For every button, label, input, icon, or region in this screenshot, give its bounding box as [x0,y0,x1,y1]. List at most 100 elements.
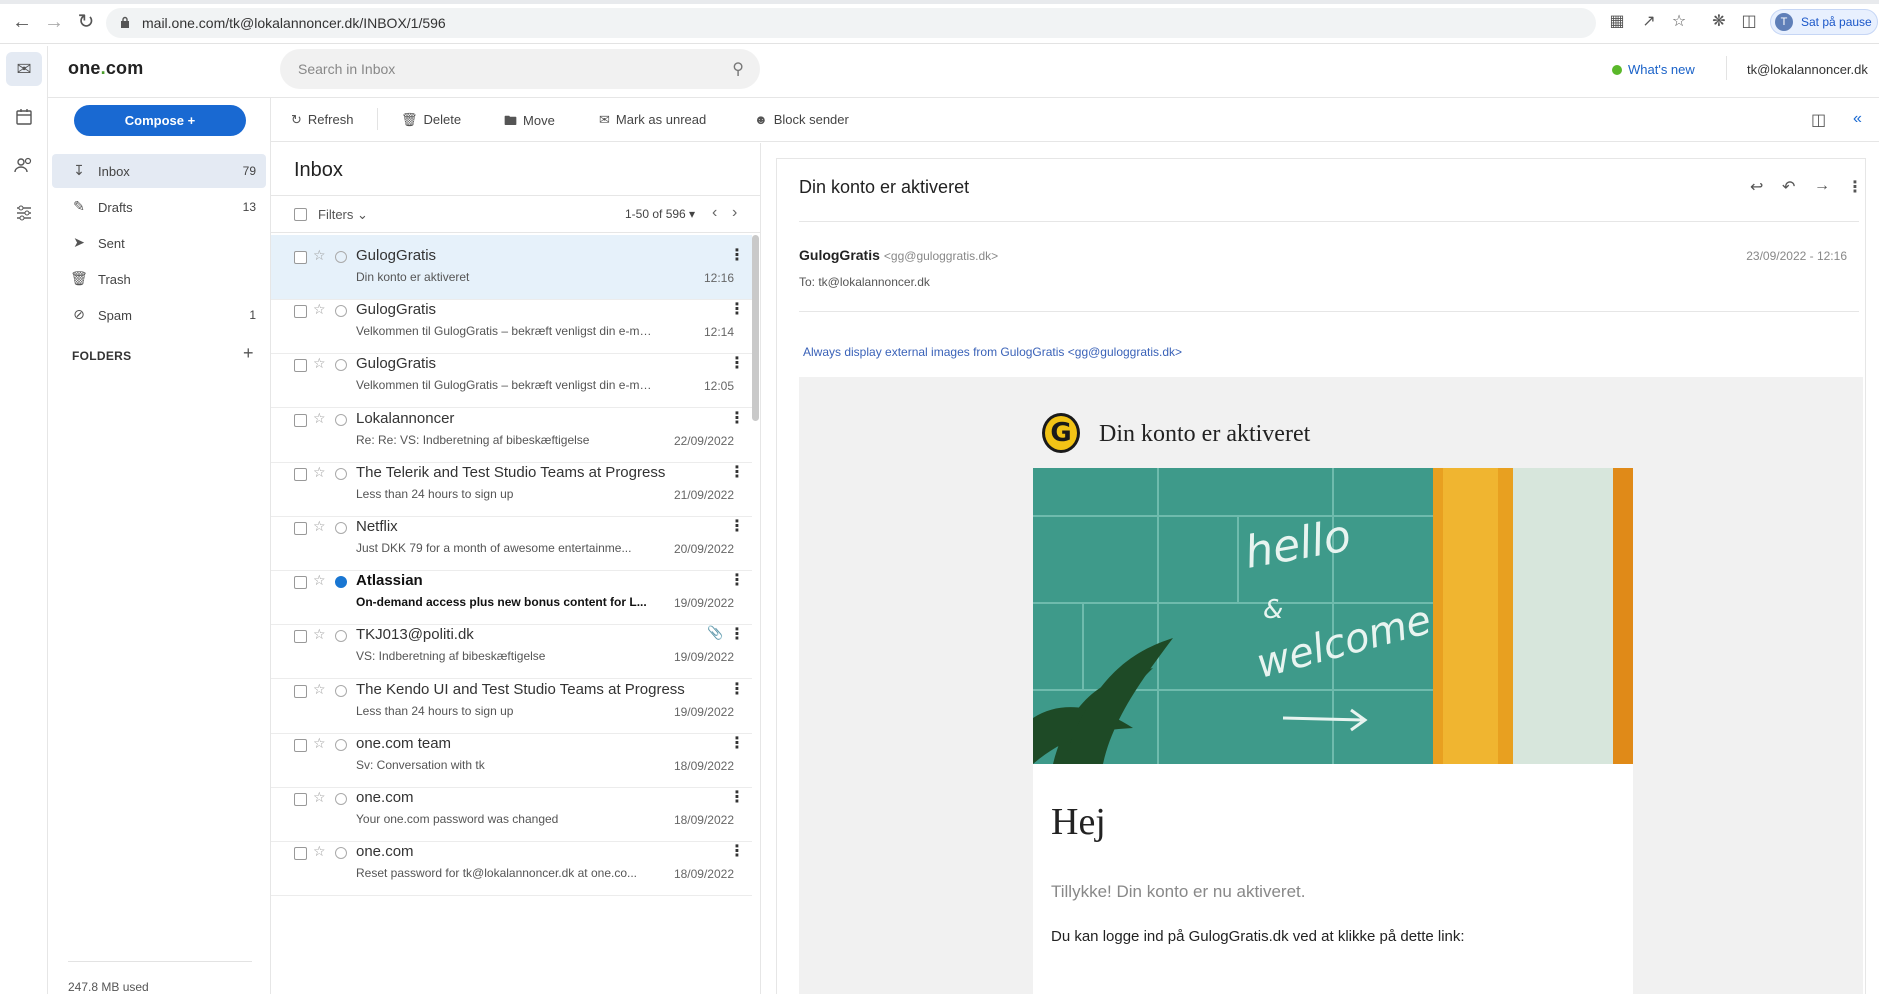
refresh-button[interactable]: ↻ Refresh [291,112,353,128]
row-checkbox[interactable] [294,522,307,535]
sidebar-item-inbox[interactable]: ↧ Inbox 79 [52,154,266,188]
sidebar-item-trash[interactable]: 🗑 Trash [52,262,266,296]
calendar-icon[interactable] [6,100,42,134]
collapse-icon[interactable]: « [1853,110,1862,128]
sidebar-item-label: Spam [98,308,132,323]
settings-sliders-icon[interactable] [6,196,42,230]
star-icon[interactable]: ☆ [313,355,326,372]
row-checkbox[interactable] [294,684,307,698]
star-icon[interactable]: ☆ [313,572,326,589]
reply-icon[interactable]: ↩ [1750,177,1763,197]
star-icon[interactable]: ☆ [313,410,326,427]
row-menu-icon[interactable]: ⋮ [729,299,745,319]
mark-unread-button[interactable]: ✉ Mark as unread [599,112,706,128]
row-menu-icon[interactable]: ⋮ [729,733,745,753]
move-button[interactable]: 🖿 Move [504,112,555,134]
next-page-icon[interactable]: › [732,204,737,222]
star-icon[interactable]: ☆ [313,626,326,643]
list-item[interactable]: ☆ one.com Reset password for tk@lokalannon… [271,831,752,897]
sidebar-item-spam[interactable]: ⊘ Spam 1 [52,298,266,332]
row-menu-icon[interactable]: ⋮ [729,353,745,373]
forward-icon[interactable]: → [1814,177,1830,195]
row-date: 18/09/2022 [673,813,734,827]
extensions-icon[interactable]: ❋ [1710,13,1728,31]
row-menu-icon[interactable]: ⋮ [729,245,745,265]
more-options-icon[interactable]: ⋮ [1847,177,1863,197]
unread-indicator-icon[interactable] [335,847,347,860]
layout-toggle-icon[interactable]: ◫ [1811,110,1826,130]
reply-all-icon[interactable]: ↶ [1782,177,1795,197]
sidebar-item-drafts[interactable]: ✎ Drafts 13 [52,190,266,224]
row-menu-icon[interactable]: ⋮ [729,570,745,590]
row-checkbox[interactable] [294,305,307,319]
star-icon[interactable]: ☆ [313,789,326,806]
search-icon[interactable]: ⚲ [732,59,744,79]
back-icon[interactable]: ← [10,12,34,32]
mail-icon[interactable]: ✉ [6,52,42,86]
row-checkbox[interactable] [294,630,307,644]
unread-indicator-icon[interactable] [335,522,347,534]
row-checkbox[interactable] [294,467,307,481]
address-bar[interactable]: mail.one.com/tk@lokalannoncer.dk/INBOX/1… [106,8,1596,38]
row-checkbox[interactable] [294,251,307,264]
star-icon[interactable]: ☆ [313,464,326,481]
row-menu-icon[interactable]: ⋮ [729,679,745,699]
profile-button[interactable]: T Sat på pause [1770,9,1878,35]
browser-tab-strip [0,0,1879,4]
list-scrollbar[interactable] [752,235,759,421]
filters-dropdown[interactable]: Filters ⌄ [318,207,368,223]
unread-indicator-icon[interactable] [335,467,347,480]
star-icon[interactable]: ☆ [313,681,326,698]
unread-indicator-icon[interactable] [335,793,347,805]
row-checkbox[interactable] [294,359,307,373]
contacts-icon[interactable] [6,148,42,182]
row-subject: Sv: Conversation with tk [356,757,485,772]
pagination-range[interactable]: 1-50 of 596 ▾ [625,207,695,221]
select-all-checkbox[interactable] [294,208,307,221]
star-icon[interactable]: ☆ [313,301,326,318]
row-checkbox[interactable] [294,847,307,861]
unread-indicator-icon[interactable] [335,359,347,372]
row-menu-icon[interactable]: ⋮ [729,516,745,536]
sender-name[interactable]: GulogGratis <gg@guloggratis.dk> [799,247,998,263]
forward-icon[interactable]: → [42,12,66,32]
star-icon[interactable]: ☆ [313,247,326,264]
row-menu-icon[interactable]: ⋮ [729,624,745,644]
whats-new-link[interactable]: What's new [1612,62,1695,77]
unread-indicator-icon[interactable] [335,630,347,643]
star-icon[interactable]: ☆ [313,518,326,535]
translate-icon[interactable]: ▦ [1608,13,1626,31]
unread-indicator-icon[interactable] [335,305,347,318]
row-checkbox[interactable] [294,793,307,806]
prev-page-icon[interactable]: ‹ [712,204,717,222]
block-sender-button[interactable]: ☻ Block sender [754,112,849,127]
bookmark-star-icon[interactable]: ☆ [1670,13,1688,31]
row-sender: The Kendo UI and Test Studio Teams at Pr… [356,680,685,698]
row-checkbox[interactable] [294,738,307,752]
side-panel-icon[interactable]: ◫ [1740,13,1758,31]
unread-indicator-icon[interactable] [335,413,347,426]
add-folder-icon[interactable]: + [243,343,254,364]
star-icon[interactable]: ☆ [313,843,326,860]
row-checkbox[interactable] [294,413,307,427]
row-sender: GulogGratis [356,355,437,373]
onecom-logo[interactable]: one.com [68,58,143,79]
row-menu-icon[interactable]: ⋮ [729,841,745,861]
reload-icon[interactable]: ↻ [74,12,98,32]
unread-indicator-icon[interactable] [335,251,347,263]
external-images-link[interactable]: Always display external images from Gulo… [803,345,1182,359]
account-menu[interactable]: tk@lokalannoncer.dk [1747,62,1868,77]
delete-button[interactable]: 🗑 Delete [401,112,461,128]
compose-button[interactable]: Compose + [74,105,246,136]
search-input[interactable]: Search in Inbox ⚲ [280,49,760,89]
row-menu-icon[interactable]: ⋮ [729,462,745,482]
unread-indicator-icon[interactable] [335,576,347,589]
sidebar-item-sent[interactable]: ➤ Sent [52,226,266,260]
share-icon[interactable]: ↗ [1640,13,1658,31]
unread-indicator-icon[interactable] [335,738,347,751]
row-menu-icon[interactable]: ⋮ [729,787,745,807]
star-icon[interactable]: ☆ [313,735,326,752]
unread-indicator-icon[interactable] [335,684,347,697]
row-checkbox[interactable] [294,576,307,590]
row-menu-icon[interactable]: ⋮ [729,408,745,428]
